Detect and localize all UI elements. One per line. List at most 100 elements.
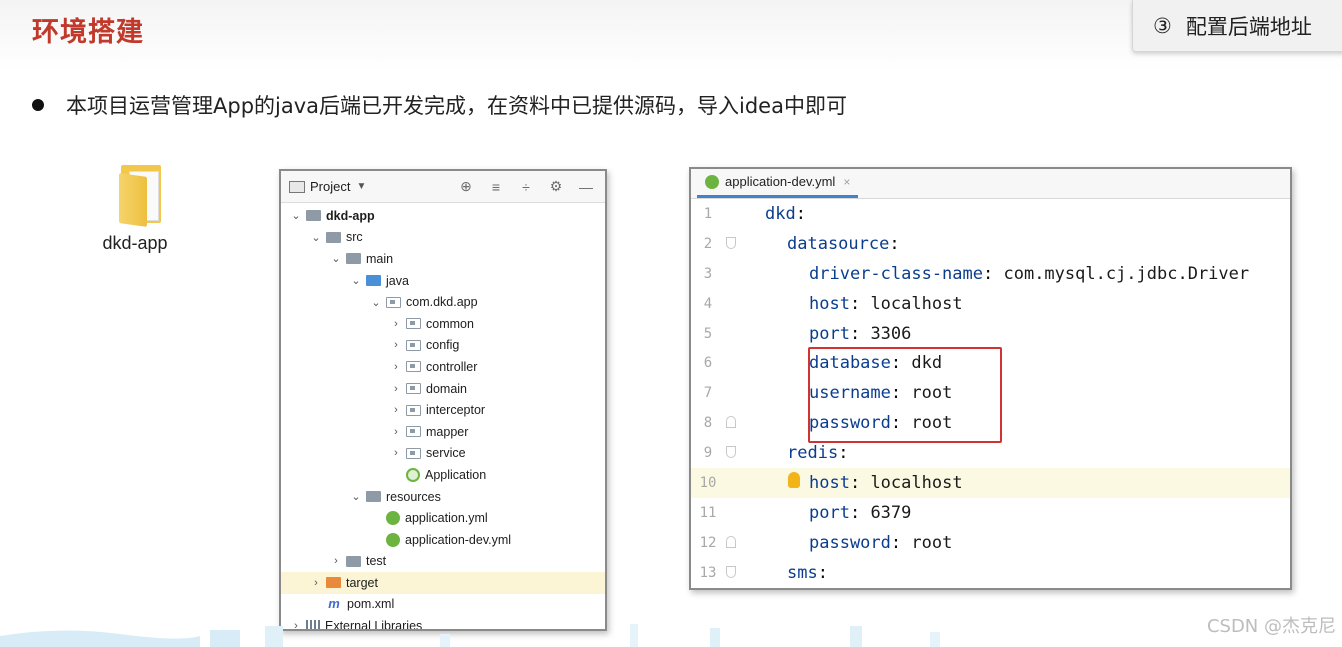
tree-item-label: src xyxy=(346,230,363,245)
chevron-down-icon[interactable]: ⌄ xyxy=(289,209,303,222)
locate-icon[interactable]: ⊕ xyxy=(455,178,477,195)
lightbulb-icon[interactable] xyxy=(788,472,800,489)
code-line[interactable]: 13 sms: xyxy=(691,558,1290,588)
tree-item-config[interactable]: › config xyxy=(281,335,605,357)
tree-item-controller[interactable]: › controller xyxy=(281,356,605,378)
package-icon xyxy=(406,447,421,459)
code-line[interactable]: 10 host: localhost xyxy=(691,468,1290,498)
chevron-right-icon[interactable]: › xyxy=(389,383,403,395)
project-view-label[interactable]: Project xyxy=(310,179,350,194)
chevron-right-icon[interactable]: › xyxy=(389,447,403,459)
line-number: 13 xyxy=(699,564,717,581)
yaml-key: dkd xyxy=(765,203,796,224)
chevron-right-icon[interactable]: › xyxy=(309,577,323,589)
line-number: 2 xyxy=(703,235,713,252)
fold-marker-icon[interactable] xyxy=(726,236,736,249)
tree-item-test[interactable]: › test xyxy=(281,551,605,573)
yaml-key: port xyxy=(809,323,850,344)
code-line[interactable]: 3 driver-class-name: com.mysql.cj.jdbc.Dr… xyxy=(691,259,1290,289)
line-number: 9 xyxy=(703,445,713,462)
code-line[interactable]: 1 dkd: xyxy=(691,199,1290,229)
tree-item-label: application.yml xyxy=(405,511,488,526)
expand-all-icon[interactable]: ≡ xyxy=(485,179,507,195)
line-number: 1 xyxy=(703,205,713,222)
yaml-separator: : xyxy=(838,443,849,464)
project-folder[interactable]: dkd-app xyxy=(100,165,180,254)
chevron-down-icon[interactable]: ▼ xyxy=(356,181,366,192)
tree-item-target[interactable]: › target xyxy=(281,572,605,594)
tree-item-java[interactable]: ⌄ java xyxy=(281,270,605,292)
tree-item-label: domain xyxy=(426,381,467,396)
chevron-right-icon[interactable]: › xyxy=(389,426,403,438)
yaml-separator: : xyxy=(983,263,994,284)
project-tree: ⌄ dkd-app ⌄ src ⌄ main ⌄ java ⌄ com.dkd.app › commo… xyxy=(281,203,605,631)
chevron-right-icon[interactable]: › xyxy=(389,339,403,351)
tree-item-application-yml[interactable]: ›application.yml xyxy=(281,507,605,529)
chevron-right-icon[interactable]: › xyxy=(389,361,403,373)
yaml-key: host xyxy=(809,472,850,493)
fold-marker-icon[interactable] xyxy=(726,416,736,429)
tree-item-label: service xyxy=(426,446,466,461)
spring-file-icon xyxy=(705,174,719,189)
tab-application-dev-yml[interactable]: application-dev.yml × xyxy=(697,169,859,198)
fold-marker-icon[interactable] xyxy=(726,446,736,459)
tree-item-label: target xyxy=(346,575,378,590)
yaml-separator: : xyxy=(849,323,861,344)
tree-item-application-dev-yml[interactable]: ›application-dev.yml xyxy=(281,529,605,551)
chevron-down-icon[interactable]: ⌄ xyxy=(349,490,363,503)
yaml-separator: : xyxy=(849,472,861,493)
hide-icon[interactable]: — xyxy=(575,179,597,195)
tree-item-label: pom.xml xyxy=(347,597,395,612)
tree-item-service[interactable]: › service xyxy=(281,443,605,465)
code-line[interactable]: 12 password: root xyxy=(691,528,1290,558)
bullet-point: 本项目运营管理App的java后端已开发完成，在资料中已提供源码，导入idea中… xyxy=(32,90,847,120)
tree-item-main[interactable]: ⌄ main xyxy=(281,248,605,270)
collapse-all-icon[interactable]: ÷ xyxy=(515,179,537,195)
step-number: ③ xyxy=(1153,13,1172,38)
tree-item-label: test xyxy=(366,554,387,569)
line-number: 10 xyxy=(699,474,717,491)
module-icon xyxy=(306,210,321,222)
tree-item-label: External Libraries xyxy=(325,619,423,631)
code-line[interactable]: 11 port: 6379 xyxy=(691,498,1290,528)
gear-icon[interactable]: ⚙ xyxy=(545,178,567,195)
chevron-down-icon[interactable]: ⌄ xyxy=(369,296,383,309)
tree-item-mapper[interactable]: › mapper xyxy=(281,421,605,443)
chevron-right-icon[interactable]: › xyxy=(389,318,403,330)
highlight-box xyxy=(808,347,1002,443)
fold-marker-icon[interactable] xyxy=(726,535,736,548)
fold-marker-icon[interactable] xyxy=(726,565,736,578)
folder-blue-icon xyxy=(366,275,381,287)
tree-item-label: java xyxy=(386,273,409,288)
chevron-right-icon[interactable]: › xyxy=(329,555,343,567)
tree-item-application[interactable]: ›Application xyxy=(281,464,605,486)
tree-item-com-dkd-app[interactable]: ⌄ com.dkd.app xyxy=(281,291,605,313)
tree-item-pom-xml[interactable]: ›mpom.xml xyxy=(281,594,605,616)
code-line[interactable]: 4 host: localhost xyxy=(691,289,1290,319)
chevron-down-icon[interactable]: ⌄ xyxy=(309,231,323,244)
chevron-right-icon[interactable]: › xyxy=(289,620,303,629)
tree-item-external-libraries[interactable]: › External Libraries xyxy=(281,615,605,631)
close-icon[interactable]: × xyxy=(843,175,850,189)
tree-item-src[interactable]: ⌄ src xyxy=(281,227,605,249)
project-view-icon xyxy=(289,180,305,193)
tree-item-interceptor[interactable]: › interceptor xyxy=(281,399,605,421)
yaml-key: driver-class-name xyxy=(809,263,983,284)
tree-item-dkd-app[interactable]: ⌄ dkd-app xyxy=(281,205,605,227)
chevron-down-icon[interactable]: ⌄ xyxy=(349,274,363,287)
tree-item-resources[interactable]: ⌄ resources xyxy=(281,486,605,508)
yaml-value: root xyxy=(901,532,953,553)
tree-item-label: dkd-app xyxy=(326,208,375,223)
chevron-down-icon[interactable]: ⌄ xyxy=(329,252,343,265)
tree-item-label: main xyxy=(366,251,394,266)
tree-item-domain[interactable]: › domain xyxy=(281,378,605,400)
project-tool-window: Project ▼ ⊕ ≡ ÷ ⚙ — ⌄ dkd-app ⌄ src ⌄ main ⌄ ja… xyxy=(279,169,607,631)
tab-label: application-dev.yml xyxy=(725,174,836,189)
tree-item-common[interactable]: › common xyxy=(281,313,605,335)
chevron-right-icon[interactable]: › xyxy=(389,404,403,416)
step-label: 配置后端地址 xyxy=(1185,14,1312,39)
package-icon xyxy=(406,404,421,416)
code-line[interactable]: 5 port: 3306 xyxy=(691,319,1290,349)
tree-item-label: mapper xyxy=(426,424,469,439)
code-line[interactable]: 2 datasource: xyxy=(691,229,1290,259)
